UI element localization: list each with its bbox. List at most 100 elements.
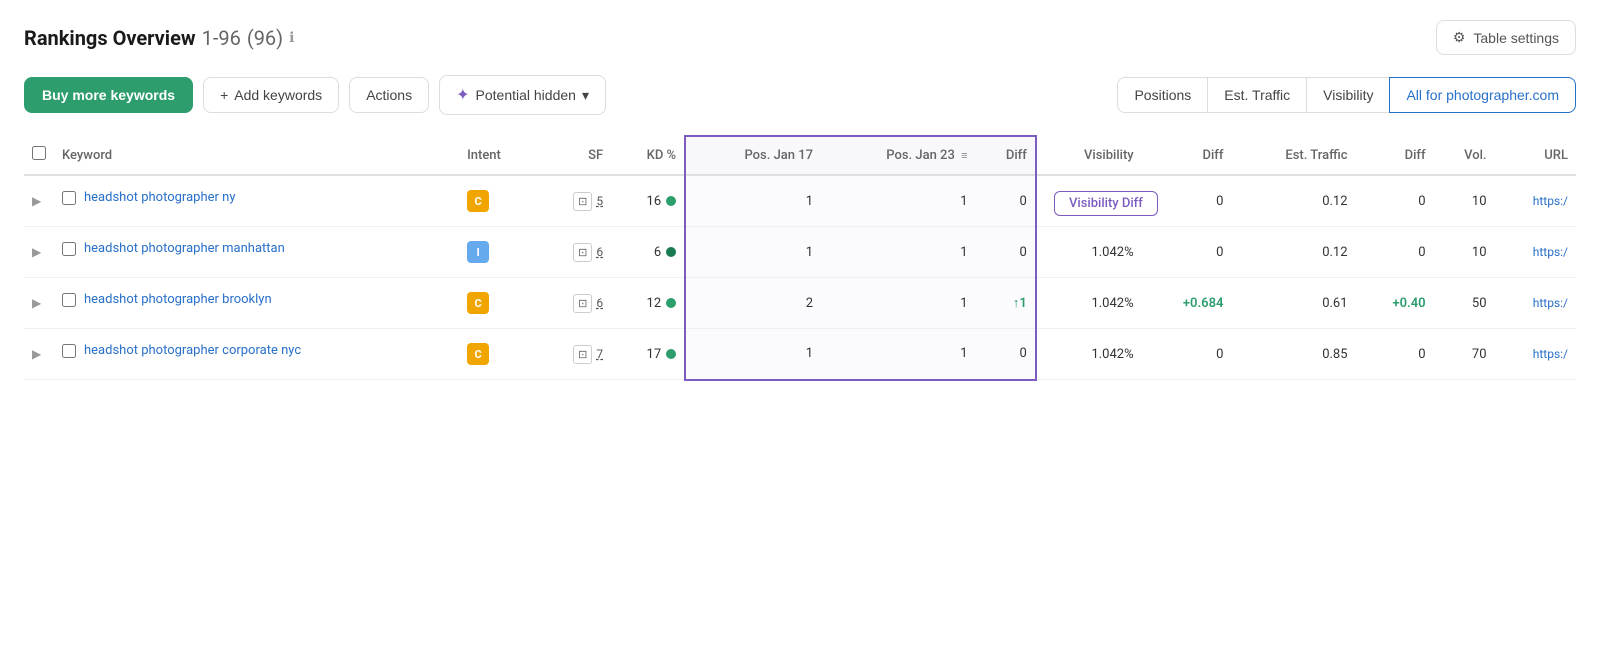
expand-button[interactable]: ▶ bbox=[32, 347, 41, 361]
kd-dot bbox=[666, 247, 676, 257]
est-traffic-header: Est. Traffic bbox=[1231, 136, 1355, 175]
expand-button[interactable]: ▶ bbox=[32, 296, 41, 310]
potential-hidden-button[interactable]: ✦ Potential hidden ▾ bbox=[439, 75, 606, 115]
sf-cell: ⊡6 bbox=[538, 227, 611, 278]
url-header: URL bbox=[1495, 136, 1576, 175]
title-count: (96) bbox=[247, 26, 283, 50]
table-wrapper: Visibility Diff Keyword Intent bbox=[24, 135, 1576, 381]
url-link[interactable]: https:/ bbox=[1533, 245, 1568, 259]
est-traffic-cell: 0.85 bbox=[1231, 329, 1355, 380]
expand-cell: ▶ bbox=[24, 175, 54, 227]
vis-diff-cell: 0 bbox=[1142, 227, 1232, 278]
row-checkbox[interactable] bbox=[62, 242, 76, 256]
sf-cell: ⊡6 bbox=[538, 278, 611, 329]
kd-cell: 6 bbox=[611, 227, 685, 278]
expand-button[interactable]: ▶ bbox=[32, 194, 41, 208]
est-traffic-cell: 0.61 bbox=[1231, 278, 1355, 329]
sparkle-icon: ✦ bbox=[456, 85, 469, 105]
kd-dot bbox=[666, 196, 676, 206]
visibility-cell: 1.042% bbox=[1036, 175, 1142, 227]
est-diff-cell: 0 bbox=[1356, 227, 1434, 278]
table-body: ▶ headshot photographer ny C⊡5161101.042… bbox=[24, 175, 1576, 380]
kd-cell: 17 bbox=[611, 329, 685, 380]
kd-header: KD % bbox=[611, 136, 685, 175]
sf-icon: ⊡ bbox=[573, 345, 592, 364]
keyword-link[interactable]: headshot photographer corporate nyc bbox=[84, 343, 301, 358]
pos-jan17-cell: 1 bbox=[685, 227, 821, 278]
select-all-header bbox=[24, 136, 54, 175]
sort-icon: ≡ bbox=[961, 149, 967, 162]
sf-header: SF bbox=[538, 136, 611, 175]
keyword-cell: headshot photographer ny bbox=[54, 176, 459, 219]
info-icon[interactable]: ℹ bbox=[289, 30, 294, 46]
header-row: Rankings Overview 1-96 (96) ℹ ⚙ Table se… bbox=[24, 20, 1576, 55]
positions-tab[interactable]: Positions bbox=[1117, 77, 1207, 113]
title-range: 1-96 bbox=[202, 26, 241, 50]
pos-jan23-cell: 1 bbox=[821, 175, 975, 227]
table-row: ▶ headshot photographer corporate nyc C⊡… bbox=[24, 329, 1576, 380]
url-link[interactable]: https:/ bbox=[1533, 347, 1568, 361]
visibility-tab[interactable]: Visibility bbox=[1306, 77, 1389, 113]
kd-dot bbox=[666, 349, 676, 359]
vis-diff-value: 0 bbox=[1216, 194, 1223, 209]
intent-cell: C bbox=[459, 175, 538, 227]
diff-value: 0 bbox=[1020, 245, 1027, 260]
table-row: ▶ headshot photographer brooklyn C⊡61221… bbox=[24, 278, 1576, 329]
est-diff-cell: 0 bbox=[1356, 329, 1434, 380]
gear-icon: ⚙ bbox=[1453, 29, 1466, 46]
keyword-cell: headshot photographer corporate nyc bbox=[54, 329, 459, 372]
table-settings-button[interactable]: ⚙ Table settings bbox=[1436, 20, 1576, 55]
est-traffic-tab[interactable]: Est. Traffic bbox=[1207, 77, 1306, 113]
vol-header: Vol. bbox=[1434, 136, 1495, 175]
kd-cell: 16 bbox=[611, 175, 685, 227]
est-traffic-cell: 0.12 bbox=[1231, 175, 1355, 227]
row-checkbox[interactable] bbox=[62, 344, 76, 358]
row-checkbox[interactable] bbox=[62, 191, 76, 205]
sf-icon: ⊡ bbox=[573, 192, 592, 211]
dropdown-arrow-icon: ▾ bbox=[582, 87, 589, 104]
intent-cell: C bbox=[459, 278, 538, 329]
vis-diff-header: Diff bbox=[1142, 136, 1232, 175]
table-settings-label: Table settings bbox=[1473, 30, 1559, 46]
visibility-header: Visibility bbox=[1036, 136, 1142, 175]
select-all-checkbox[interactable] bbox=[32, 146, 46, 160]
diff-value: 0 bbox=[1020, 346, 1027, 361]
pos-diff-cell: 0 bbox=[976, 175, 1036, 227]
visibility-cell: 1.042% bbox=[1036, 329, 1142, 380]
kd-value: 12 bbox=[647, 296, 662, 311]
est-diff-value: 0 bbox=[1418, 245, 1425, 260]
url-cell: https:/ bbox=[1495, 227, 1576, 278]
kd-value: 17 bbox=[647, 347, 662, 362]
kd-value: 6 bbox=[654, 245, 661, 260]
expand-button[interactable]: ▶ bbox=[32, 245, 41, 259]
pos-jan17-header[interactable]: Pos. Jan 17 bbox=[685, 136, 821, 175]
keyword-link[interactable]: headshot photographer brooklyn bbox=[84, 292, 272, 307]
est-diff-cell: 0 bbox=[1356, 175, 1434, 227]
page-title: Rankings Overview bbox=[24, 26, 196, 50]
pos-jan23-header[interactable]: Pos. Jan 23 ≡ bbox=[821, 136, 975, 175]
view-tabs: Positions Est. Traffic Visibility All fo… bbox=[1117, 77, 1576, 113]
keyword-link[interactable]: headshot photographer ny bbox=[84, 190, 235, 205]
diff-value: 0 bbox=[1020, 194, 1027, 209]
vol-cell: 70 bbox=[1434, 329, 1495, 380]
buy-keywords-button[interactable]: Buy more keywords bbox=[24, 77, 193, 113]
domain-tab[interactable]: All for photographer.com bbox=[1389, 77, 1576, 113]
keyword-link[interactable]: headshot photographer manhattan bbox=[84, 241, 285, 256]
diff-value: ↑1 bbox=[1013, 296, 1027, 311]
row-checkbox[interactable] bbox=[62, 293, 76, 307]
pos-jan23-cell: 1 bbox=[821, 278, 975, 329]
add-keywords-button[interactable]: + Add keywords bbox=[203, 77, 339, 113]
sf-icon: ⊡ bbox=[573, 294, 592, 313]
kd-value: 16 bbox=[647, 194, 662, 209]
sf-cell: ⊡5 bbox=[538, 175, 611, 227]
toolbar: Buy more keywords + Add keywords Actions… bbox=[24, 75, 1576, 115]
expand-cell: ▶ bbox=[24, 278, 54, 329]
pos-jan23-cell: 1 bbox=[821, 227, 975, 278]
kd-cell: 12 bbox=[611, 278, 685, 329]
vol-cell: 10 bbox=[1434, 227, 1495, 278]
actions-button[interactable]: Actions bbox=[349, 77, 429, 113]
url-link[interactable]: https:/ bbox=[1533, 194, 1568, 208]
url-link[interactable]: https:/ bbox=[1533, 296, 1568, 310]
pos-diff-cell: 0 bbox=[976, 329, 1036, 380]
intent-badge: C bbox=[467, 292, 489, 314]
